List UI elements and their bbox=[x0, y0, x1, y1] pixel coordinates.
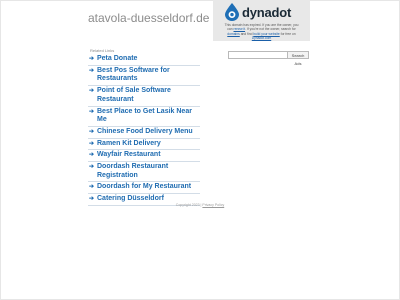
footer: Copyright 2023 | Privacy Policy bbox=[0, 203, 400, 207]
related-link-label: Best Pos Software for Restaurants bbox=[97, 66, 170, 83]
related-link-ramen-kit[interactable]: ➔ Ramen Kit Delivery bbox=[88, 139, 200, 151]
related-link-wayfair[interactable]: ➔ Wayfair Restaurant bbox=[88, 150, 200, 163]
arrow-right-icon: ➔ bbox=[89, 108, 95, 115]
page-outline bbox=[0, 0, 400, 300]
arrow-right-icon: ➔ bbox=[89, 56, 95, 62]
domains-link[interactable]: domains bbox=[227, 32, 239, 36]
arrow-right-icon: ➔ bbox=[89, 67, 95, 74]
related-link-label: Chinese Food Delivery Menu bbox=[97, 127, 193, 135]
search-ads-button[interactable]: Search Ads bbox=[287, 51, 309, 66]
related-link-label: Doordash for My Restaurant bbox=[97, 183, 192, 191]
related-link-label: Catering Düsseldorf bbox=[97, 195, 164, 203]
related-link-doordash-restaurant[interactable]: ➔ Doordash for My Restaurant bbox=[88, 182, 200, 195]
related-link-label: Ramen Kit Delivery bbox=[97, 139, 161, 147]
related-link-best-pos-software[interactable]: ➔ Best Pos Software for Restaurants bbox=[88, 66, 200, 87]
related-links-list: ➔ Peta Donate ➔ Best Pos Software for Rest… bbox=[88, 54, 200, 206]
arrow-right-icon: ➔ bbox=[89, 128, 95, 135]
promo-text-4: and find bbox=[240, 31, 253, 36]
arrow-right-icon: ➔ bbox=[89, 88, 95, 95]
dynadot-site-link[interactable]: Dynadot.com bbox=[252, 36, 271, 40]
privacy-policy-link[interactable]: Privacy Policy bbox=[202, 203, 224, 207]
search-input[interactable] bbox=[228, 51, 289, 59]
promo-message: This domain has expired. If you are the … bbox=[216, 23, 307, 40]
related-links-heading: Related Links bbox=[90, 48, 115, 53]
promo-text-5: for free on bbox=[280, 31, 296, 36]
dynadot-logo-text: dynadot bbox=[242, 4, 292, 20]
arrow-right-icon: ➔ bbox=[89, 140, 95, 147]
related-link-lasik[interactable]: ➔ Best Place to Get Lasik Near Me bbox=[88, 107, 200, 127]
related-link-doordash-registration[interactable]: ➔ Doordash Restaurant Registration bbox=[88, 162, 200, 183]
related-link-label: Point of Sale Software Restaurant bbox=[97, 87, 171, 103]
related-link-chinese-food[interactable]: ➔ Chinese Food Delivery Menu bbox=[88, 127, 200, 139]
dynadot-logo[interactable]: dynadot bbox=[225, 3, 291, 21]
arrow-right-icon: ➔ bbox=[89, 164, 95, 171]
related-link-label: Doordash Restaurant Registration bbox=[97, 163, 169, 179]
related-link-label: Best Place to Get Lasik Near Me bbox=[97, 107, 192, 124]
dynadot-drop-icon bbox=[225, 3, 239, 21]
related-link-point-of-sale[interactable]: ➔ Point of Sale Software Restaurant bbox=[88, 86, 200, 107]
related-link-peta-donate[interactable]: ➔ Peta Donate bbox=[88, 54, 200, 66]
domain-title: atavola-duesseldorf.de bbox=[88, 11, 210, 25]
arrow-right-icon: ➔ bbox=[89, 184, 95, 191]
copyright-text: Copyright 2023 | bbox=[175, 203, 202, 207]
arrow-right-icon: ➔ bbox=[89, 152, 95, 159]
dynadot-promo-box: dynadot This domain has expired. If you … bbox=[213, 0, 310, 41]
related-link-label: Wayfair Restaurant bbox=[97, 151, 161, 159]
related-link-label: Peta Donate bbox=[97, 55, 138, 62]
